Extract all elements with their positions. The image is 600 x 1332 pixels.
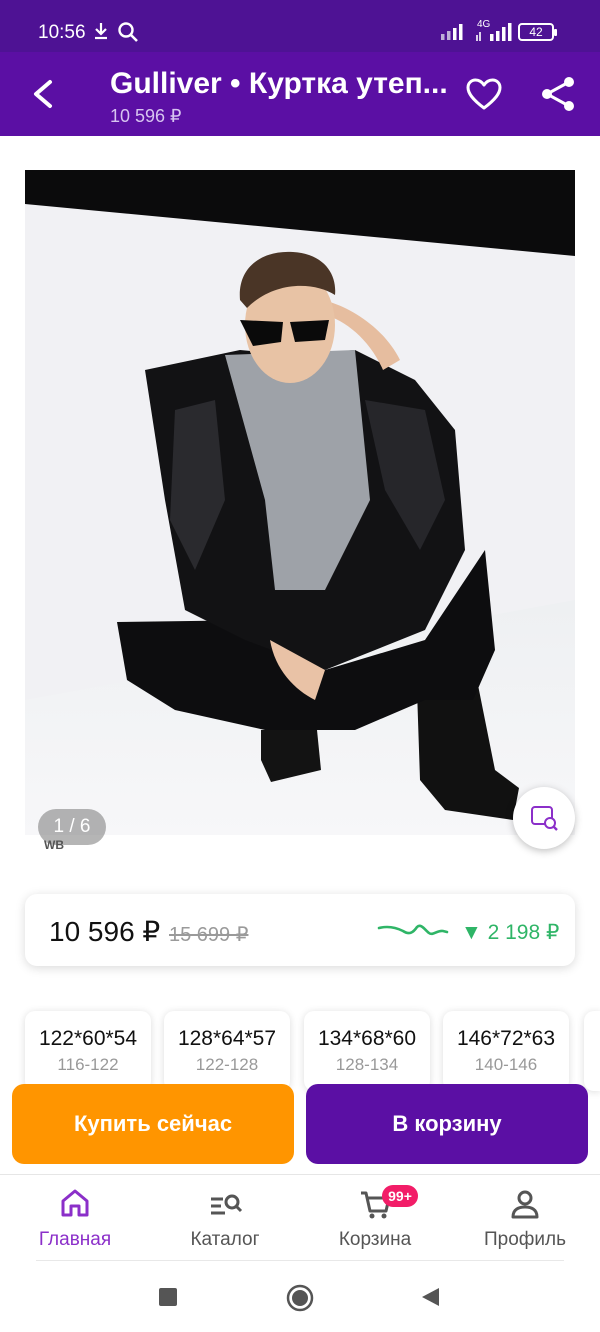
catalog-search-icon — [211, 1194, 243, 1215]
product-photo[interactable] — [25, 170, 575, 835]
size-option[interactable]: 146*72*63 140-146 — [443, 1011, 569, 1091]
size-dimensions: 128*64*57 — [177, 1027, 277, 1050]
product-title: Gulliver • Куртка утеп... — [110, 67, 448, 100]
signal-icon-2 — [476, 23, 512, 41]
nav-item-profile[interactable]: Профиль — [450, 1175, 600, 1263]
size-range: 140-146 — [474, 1055, 538, 1074]
size-option[interactable]: 122*60*54 116-122 — [25, 1011, 151, 1091]
nav-item-catalog[interactable]: Каталог — [150, 1175, 300, 1263]
search-icon — [118, 22, 138, 42]
current-price: 10 596 ₽ — [49, 916, 161, 947]
app-bar: Gulliver • Куртка утеп... 10 596 ₽ — [0, 52, 600, 136]
status-bar: 10:56 4G 42 — [0, 0, 600, 52]
app-bar-price: 10 596 ₽ — [110, 106, 182, 126]
home-icon — [61, 1189, 89, 1217]
size-range: 116-122 — [57, 1055, 119, 1074]
size-dimensions: 134*68*60 — [317, 1027, 417, 1050]
old-price: 15 699 ₽ — [169, 924, 249, 946]
nav-label-profile: Профиль — [483, 1229, 567, 1250]
price-card[interactable]: 10 596 ₽ 15 699 ₽ ▼ 2 198 ₽ — [25, 894, 575, 966]
nav-label-catalog: Каталог — [190, 1229, 260, 1250]
home-circle-icon[interactable] — [285, 1283, 315, 1313]
favorite-heart-icon[interactable] — [464, 74, 504, 114]
profile-icon — [511, 1190, 539, 1219]
image-search-button[interactable] — [513, 787, 575, 849]
battery-indicator: 42 — [518, 23, 557, 41]
nav-item-home[interactable]: Главная — [0, 1175, 150, 1263]
nav-divider — [36, 1260, 564, 1261]
nav-label-cart: Корзина — [338, 1229, 412, 1250]
status-time: 10:56 — [38, 22, 86, 43]
product-screen: 10:56 4G 42 Gulliver • Куртка утеп... 10… — [0, 0, 600, 1332]
size-dimensions: 146*72*63 — [456, 1027, 556, 1050]
size-range: 122-128 — [195, 1055, 259, 1074]
price-history-sparkline — [377, 924, 449, 936]
price-drop: ▼ 2 198 ₽ — [461, 921, 560, 944]
system-navigation-bar — [0, 1262, 600, 1332]
product-image-boy-in-black-jacket — [25, 170, 575, 835]
bottom-navigation: Главная Каталог 99+ Корзина Профиль — [0, 1174, 600, 1262]
size-option-partial[interactable] — [584, 1011, 600, 1091]
recent-apps-icon[interactable] — [158, 1287, 178, 1307]
nav-label-home: Главная — [38, 1229, 112, 1250]
nav-item-cart[interactable]: 99+ Корзина — [300, 1175, 450, 1263]
signal-icon — [441, 24, 463, 40]
buy-now-button[interactable]: Купить сейчас — [12, 1084, 294, 1164]
watermark-wb: WB — [44, 838, 64, 852]
back-button[interactable] — [22, 70, 66, 118]
size-range: 128-134 — [335, 1055, 399, 1074]
size-dimensions: 122*60*54 — [38, 1027, 138, 1050]
size-option[interactable]: 128*64*57 122-128 — [164, 1011, 290, 1091]
download-icon — [95, 23, 107, 40]
share-icon[interactable] — [538, 74, 578, 114]
image-search-icon — [531, 806, 558, 831]
cart-badge: 99+ — [382, 1185, 418, 1207]
add-to-cart-button[interactable]: В корзину — [306, 1084, 588, 1164]
size-option[interactable]: 134*68*60 128-134 — [304, 1011, 430, 1091]
back-triangle-icon[interactable] — [420, 1286, 440, 1308]
